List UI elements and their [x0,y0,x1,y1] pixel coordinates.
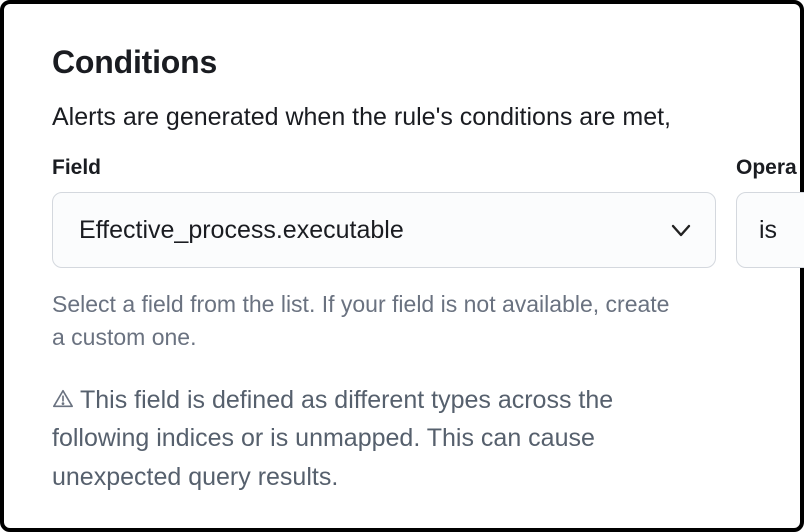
field-helper-text: Select a field from the list. If your fi… [52,288,672,355]
operator-column: Opera is [736,156,804,268]
field-select-value: Effective_process.executable [79,216,404,245]
operator-select-value: is [759,216,777,245]
operator-select[interactable]: is [736,192,804,268]
field-warning-text: This field is defined as different types… [52,381,712,497]
operator-label: Opera [736,156,804,180]
conditions-row: Field Effective_process.executable Selec… [52,156,804,497]
chevron-down-icon [669,218,693,242]
field-select[interactable]: Effective_process.executable [52,192,716,268]
field-warning-message: This field is defined as different types… [52,386,613,492]
conditions-heading: Conditions [52,44,752,81]
field-label: Field [52,156,716,180]
field-column: Field Effective_process.executable Selec… [52,156,716,497]
warning-icon [52,388,74,410]
conditions-description: Alerts are generated when the rule's con… [52,103,752,132]
